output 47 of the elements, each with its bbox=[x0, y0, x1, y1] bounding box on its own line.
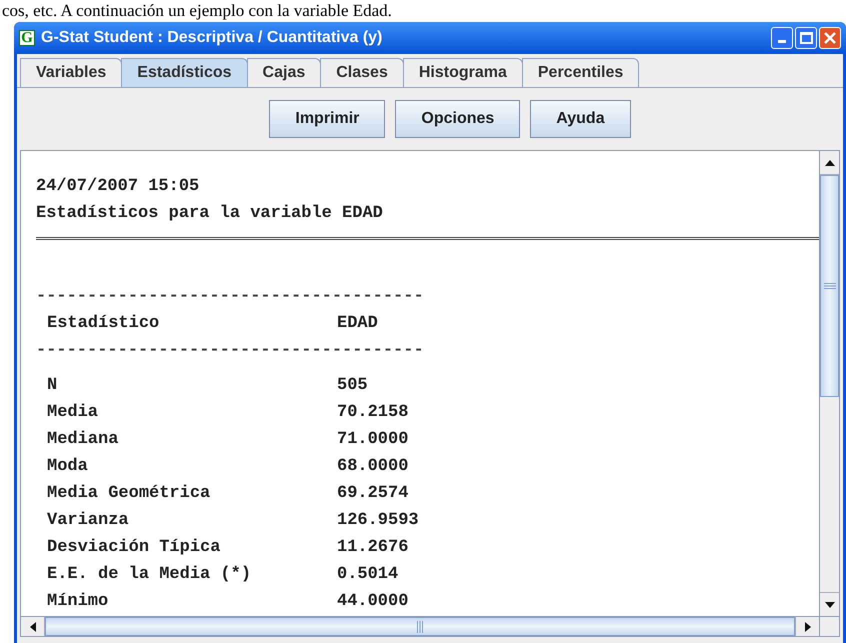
tab[interactable]: Percentiles bbox=[522, 58, 640, 87]
statistic-value: 11.2676 bbox=[337, 537, 408, 559]
up-arrow-icon bbox=[824, 160, 834, 166]
statistic-label: Moda bbox=[47, 456, 89, 478]
statistic-label: Media bbox=[47, 402, 100, 424]
window-title: G-Stat Student : Descriptiva / Cuantitativa (y) bbox=[41, 28, 382, 48]
close-icon bbox=[824, 32, 836, 44]
tab[interactable]: Estadísticos bbox=[121, 58, 248, 87]
toolbar-button[interactable]: Imprimir bbox=[269, 100, 386, 138]
statistic-label: N bbox=[47, 375, 58, 397]
statistic-label: Mínimo bbox=[47, 591, 110, 613]
minimize-button[interactable] bbox=[771, 27, 793, 49]
grip-icon bbox=[417, 620, 423, 632]
statistic-value: 68.0000 bbox=[337, 456, 408, 478]
minimize-icon bbox=[778, 40, 786, 43]
statistic-label: E.E. de la Media (*) bbox=[47, 564, 252, 586]
left-arrow-icon bbox=[30, 622, 36, 632]
column-header: EDAD bbox=[337, 313, 378, 335]
statistic-label: Mediana bbox=[47, 429, 120, 451]
close-button[interactable] bbox=[819, 27, 841, 49]
statistic-value: 126.9593 bbox=[337, 510, 419, 532]
column-header: Estadístico bbox=[47, 313, 160, 335]
down-arrow-icon bbox=[824, 602, 834, 608]
app-icon: G bbox=[19, 30, 35, 46]
statistic-value: 505 bbox=[337, 375, 368, 397]
report-heading: Estadísticos para la variable EDAD bbox=[35, 203, 384, 225]
statistic-label: Media Geométrica bbox=[47, 483, 212, 505]
report-timestamp: 24/07/2007 15:05 bbox=[35, 176, 200, 198]
maximize-icon bbox=[800, 32, 812, 44]
statistic-value: 71.0000 bbox=[337, 429, 408, 451]
right-arrow-icon bbox=[804, 622, 810, 632]
separator-line: -------------------------------------- bbox=[35, 340, 425, 362]
document-text: cos, etc. A continuación un ejemplo con la variable Edad. bbox=[1, 0, 393, 21]
statistic-value: 70.2158 bbox=[337, 402, 408, 424]
tab[interactable]: Variables bbox=[20, 58, 122, 87]
separator-line: -------------------------------------- bbox=[35, 286, 425, 308]
toolbar-button[interactable]: Ayuda bbox=[530, 100, 631, 138]
vertical-scrollbar[interactable] bbox=[819, 151, 839, 616]
statistic-label: Desviación Típica bbox=[47, 537, 222, 559]
toolbar-button[interactable]: Opciones bbox=[395, 100, 520, 138]
grip-icon bbox=[824, 283, 836, 289]
statistic-value: 69.2574 bbox=[337, 483, 408, 505]
scroll-thumb[interactable] bbox=[820, 175, 839, 397]
statistic-label: Varianza bbox=[47, 510, 130, 532]
statistic-value: 44.0000 bbox=[337, 591, 408, 613]
maximize-button[interactable] bbox=[795, 27, 817, 49]
statistic-value: 0.5014 bbox=[337, 564, 398, 586]
